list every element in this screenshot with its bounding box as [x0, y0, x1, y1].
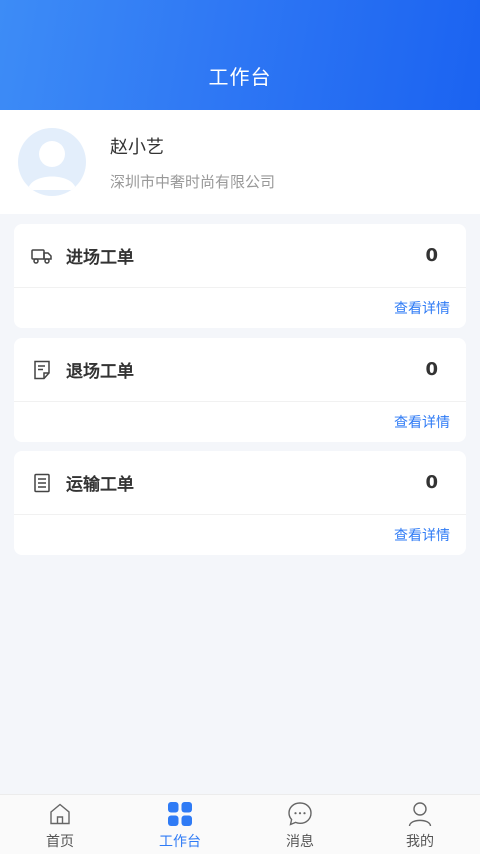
- card-count: 0: [425, 245, 438, 266]
- tab-mine[interactable]: 我的: [360, 795, 480, 854]
- exit-order-card[interactable]: 退场工单 0 查看详情: [14, 338, 466, 442]
- app-header: 工作台: [0, 0, 480, 110]
- list-icon: [30, 471, 54, 495]
- entry-order-card[interactable]: 进场工单 0 查看详情: [14, 224, 466, 328]
- view-details-link[interactable]: 查看详情: [394, 298, 450, 318]
- document-icon: [30, 358, 54, 382]
- transport-order-card[interactable]: 运输工单 0 查看详情: [14, 451, 466, 555]
- card-title: 进场工单: [66, 248, 134, 268]
- tab-workbench[interactable]: 工作台: [120, 795, 240, 854]
- person-icon: [407, 801, 433, 827]
- view-details-link[interactable]: 查看详情: [394, 525, 450, 545]
- tab-label: 消息: [286, 834, 314, 850]
- user-name: 赵小艺: [110, 136, 164, 158]
- tab-label: 工作台: [159, 834, 201, 850]
- view-details-link[interactable]: 查看详情: [394, 412, 450, 432]
- grid-icon: [167, 801, 193, 827]
- truck-icon: [30, 244, 54, 268]
- tab-label: 我的: [406, 834, 434, 850]
- home-icon: [47, 801, 73, 827]
- tab-label: 首页: [46, 834, 74, 850]
- page-title: 工作台: [208, 65, 272, 89]
- user-company: 深圳市中奢时尚有限公司: [110, 172, 276, 191]
- card-title: 退场工单: [66, 362, 134, 382]
- tab-home[interactable]: 首页: [0, 795, 120, 854]
- tab-messages[interactable]: 消息: [240, 795, 360, 854]
- user-avatar-icon[interactable]: [18, 128, 86, 196]
- profile-section: 赵小艺 深圳市中奢时尚有限公司: [0, 110, 480, 214]
- card-title: 运输工单: [66, 475, 134, 495]
- card-count: 0: [425, 472, 438, 493]
- message-icon: [287, 801, 313, 827]
- card-count: 0: [425, 359, 438, 380]
- bottom-tab-bar: 首页 工作台 消息 我的: [0, 794, 480, 854]
